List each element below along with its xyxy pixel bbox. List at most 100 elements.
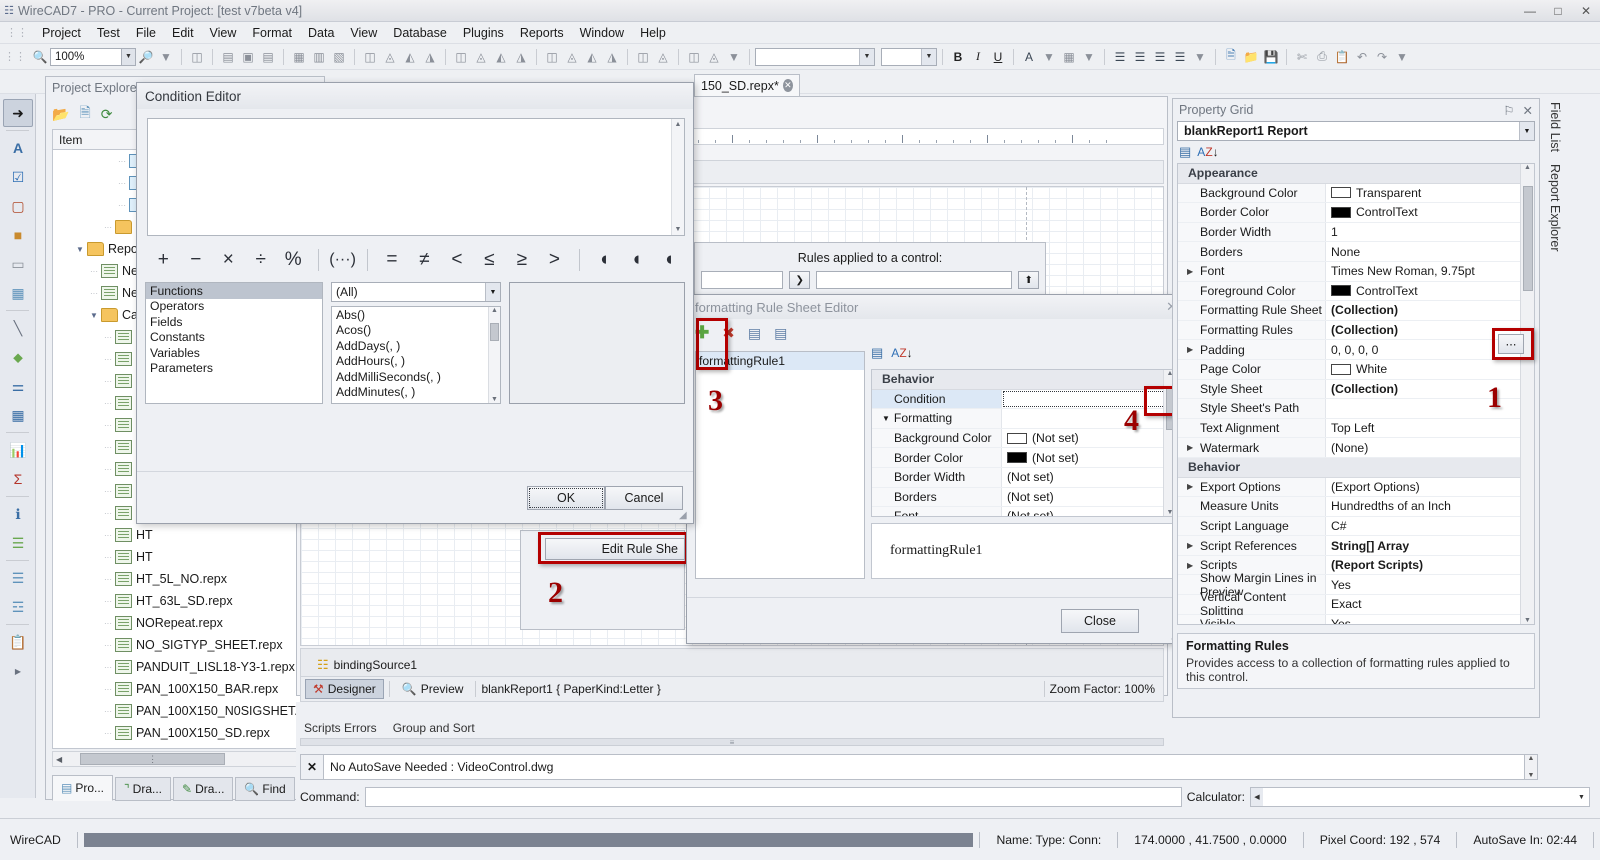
property-value[interactable]: None xyxy=(1326,245,1534,259)
function-item[interactable]: AddMilliSeconds(, ) xyxy=(332,369,500,385)
line-tool-icon[interactable]: ╲ xyxy=(3,314,33,342)
tree-item[interactable]: ···PAN_50X150_NO.repx xyxy=(53,744,317,748)
align-right-icon[interactable]: ▤ xyxy=(258,47,278,67)
calculator-left-icon[interactable]: ◀ xyxy=(1251,788,1263,806)
menu-item-edit[interactable]: Edit xyxy=(164,24,202,42)
property-row[interactable]: Borders None xyxy=(1178,242,1534,262)
rule-list-item[interactable]: formattingRule1 xyxy=(696,352,864,370)
message-scroll-buttons[interactable]: ▲ ▼ xyxy=(1525,754,1538,780)
op-minus-button[interactable]: − xyxy=(180,249,213,271)
selected-object-combo[interactable]: blankReport1 Report ▼ xyxy=(1177,121,1535,141)
highlight-chevron-icon[interactable]: ▼ xyxy=(1079,47,1099,67)
property-value[interactable]: Yes xyxy=(1326,578,1534,592)
zip-code-tool-icon[interactable]: ▦ xyxy=(3,401,33,429)
tree-item[interactable]: ··· HT_63L_SD.repx xyxy=(53,590,317,612)
edit-rule-sheet-button[interactable]: Edit Rule She xyxy=(545,538,685,560)
rule-property-value[interactable]: (Not set) xyxy=(1002,509,1176,516)
alphabetical-sort-icon[interactable]: AZ↓ xyxy=(891,346,912,360)
category-item[interactable]: Variables xyxy=(146,345,322,361)
property-row[interactable]: Formatting Rules (Collection) xyxy=(1178,320,1534,341)
make-same-size-icon[interactable]: ◭ xyxy=(400,47,420,67)
tree-expander-icon[interactable]: ▼ xyxy=(87,311,101,320)
bring-to-front-icon[interactable]: ◫ xyxy=(684,47,704,67)
calculator-input[interactable]: ◀ ▼ xyxy=(1250,787,1590,807)
property-value[interactable]: C# xyxy=(1326,519,1534,533)
center-vertically-icon[interactable]: ◬ xyxy=(653,47,673,67)
property-value[interactable]: White xyxy=(1326,362,1534,376)
expr-scroll-up-icon[interactable]: ▲ xyxy=(675,119,682,128)
cross-band-box-tool-icon[interactable]: ☲ xyxy=(3,593,33,621)
open-project-icon[interactable]: 📂 xyxy=(52,106,69,123)
property-expander-icon[interactable]: ▶ xyxy=(1187,541,1193,550)
tab-group-and-sort[interactable]: Group and Sort xyxy=(393,721,475,735)
tab-preview[interactable]: 🔍 Preview xyxy=(395,679,471,699)
rich-text-tool-icon[interactable]: ▢ xyxy=(3,192,33,220)
condition-editor-dialog[interactable]: Condition Editor ▲ ▼ + − × ÷ % (···) = ≠… xyxy=(136,82,694,524)
property-row[interactable]: Visible Yes xyxy=(1178,614,1534,624)
property-row[interactable]: Style Sheet's Path xyxy=(1178,399,1534,419)
tab-designer[interactable]: ⚒ Designer xyxy=(305,679,384,699)
property-value[interactable]: Transparent xyxy=(1326,186,1534,200)
property-value[interactable]: (Collection) xyxy=(1326,303,1534,317)
function-scroll-down-icon[interactable]: ▼ xyxy=(489,396,500,403)
pg-scroll-up-icon[interactable]: ▲ xyxy=(1521,164,1534,171)
highlight-color-icon[interactable]: ▦ xyxy=(1059,47,1079,67)
function-item[interactable]: AddDays(, ) xyxy=(332,338,500,354)
align-center-icon[interactable]: ▣ xyxy=(238,47,258,67)
function-item[interactable]: AddMinutes(, ) xyxy=(332,385,500,401)
send-to-back-icon[interactable]: ◬ xyxy=(704,47,724,67)
op-multiply-button[interactable]: × xyxy=(212,249,245,271)
menu-item-help[interactable]: Help xyxy=(632,24,674,42)
property-row[interactable]: ▶ Watermark (None) xyxy=(1178,438,1534,458)
property-expander-icon[interactable]: ▶ xyxy=(1187,561,1193,570)
font-color-icon[interactable]: A xyxy=(1019,47,1039,67)
copy-icon[interactable]: ⎙ xyxy=(1312,47,1332,67)
menu-item-test[interactable]: Test xyxy=(89,24,128,42)
op-less-than-button[interactable]: < xyxy=(441,249,474,271)
property-expander-icon[interactable]: ▶ xyxy=(1187,267,1193,276)
font-name-combo[interactable]: ▼ xyxy=(755,47,875,66)
scroll-left-icon[interactable]: ◀ xyxy=(56,755,62,764)
tree-item[interactable]: ··· NORepeat.repx xyxy=(53,612,317,634)
menu-item-window[interactable]: Window xyxy=(572,24,632,42)
page-break-tool-icon[interactable]: ☰ xyxy=(3,529,33,557)
property-grid-close-icon[interactable]: ✕ xyxy=(1523,103,1533,118)
category-item[interactable]: Parameters xyxy=(146,361,322,377)
property-row[interactable]: Text Alignment Top Left xyxy=(1178,418,1534,439)
font-color-chevron-icon[interactable]: ▼ xyxy=(1039,47,1059,67)
menu-item-file[interactable]: File xyxy=(128,24,164,42)
category-item[interactable]: Operators xyxy=(146,299,322,315)
property-row[interactable]: ▶ Font Times New Roman, 9.75pt xyxy=(1178,261,1534,282)
op-greater-equal-button[interactable]: ≥ xyxy=(506,249,539,271)
add-rule-icon[interactable]: ✚ xyxy=(695,323,709,343)
rule-property-value[interactable]: (Not set) xyxy=(1002,470,1176,484)
align-text-right-icon[interactable]: ☰ xyxy=(1150,47,1170,67)
property-value[interactable]: (None) xyxy=(1326,441,1534,455)
rule-property-value[interactable] xyxy=(1003,390,1175,407)
designer-splitter[interactable]: ≡ xyxy=(300,738,1164,747)
minimize-button[interactable]: — xyxy=(1516,1,1544,21)
bold-button[interactable]: B xyxy=(948,47,968,67)
make-same-width-icon[interactable]: ◫ xyxy=(360,47,380,67)
op-equal-button[interactable]: = xyxy=(376,249,409,271)
tree-horizontal-scrollbar[interactable]: ◀ ⋮ ▶ xyxy=(52,751,318,767)
redo-icon[interactable]: ↷ xyxy=(1372,47,1392,67)
property-value[interactable]: (Export Options) xyxy=(1326,480,1534,494)
property-row[interactable]: ▶ Padding 0, 0, 0, 0 xyxy=(1178,340,1534,360)
function-item[interactable]: Abs() xyxy=(332,307,500,323)
property-value[interactable]: Top Left xyxy=(1326,421,1534,435)
category-item[interactable]: Fields xyxy=(146,314,322,330)
menu-grip[interactable]: ⋮⋮ xyxy=(6,26,28,39)
tree-item[interactable]: ··· PAN_100X150_BAR.repx xyxy=(53,678,317,700)
property-row[interactable]: Style Sheet (Collection) xyxy=(1178,379,1534,400)
function-filter-combo[interactable]: (All) ▼ xyxy=(331,282,501,302)
op-not-equal-button[interactable]: ≠ xyxy=(408,249,441,271)
category-item[interactable]: Constants xyxy=(146,330,322,346)
function-item[interactable]: Acos() xyxy=(332,323,500,339)
pin-icon[interactable]: ⚐ xyxy=(1503,103,1514,118)
size-to-grid-icon[interactable]: ◮ xyxy=(420,47,440,67)
open-file-icon[interactable]: 📁 xyxy=(1241,47,1261,67)
align-text-center-icon[interactable]: ☰ xyxy=(1130,47,1150,67)
horizontal-spacing-remove-icon[interactable]: ◮ xyxy=(511,47,531,67)
align-left-icon[interactable]: ▤ xyxy=(218,47,238,67)
